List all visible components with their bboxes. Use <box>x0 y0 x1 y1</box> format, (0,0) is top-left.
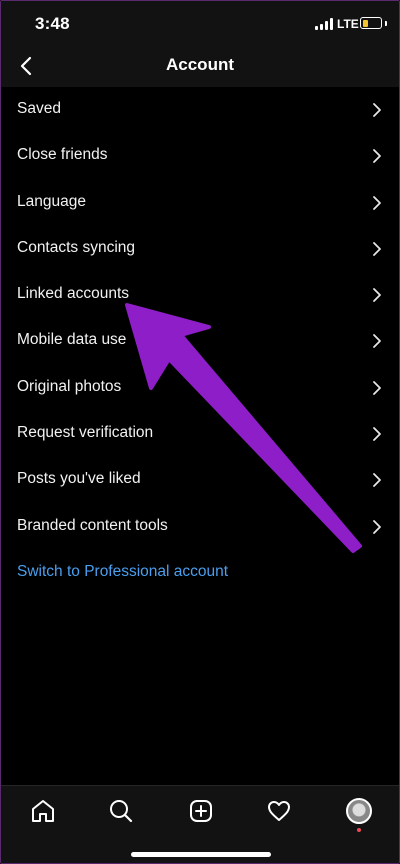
menu-item-label: Request verification <box>17 424 154 442</box>
menu-item-label: Linked accounts <box>17 285 130 303</box>
bottom-nav <box>1 785 399 863</box>
account-menu-list: Saved Close friends Language Contacts sy… <box>1 87 399 550</box>
nav-search[interactable] <box>106 796 136 826</box>
chevron-right-icon <box>373 195 381 210</box>
menu-item-linked-accounts[interactable]: Linked accounts <box>1 272 399 318</box>
chevron-right-icon <box>373 334 381 349</box>
menu-item-label: Posts you've liked <box>17 470 141 488</box>
app-frame: 3:48 LTE Account Saved Close friends Lan… <box>0 0 400 864</box>
home-icon <box>32 800 54 822</box>
home-indicator <box>131 852 271 857</box>
menu-item-label: Contacts syncing <box>17 238 136 256</box>
chevron-right-icon <box>373 380 381 395</box>
chevron-right-icon <box>373 473 381 488</box>
chevron-right-icon <box>373 103 381 117</box>
menu-item-label: Close friends <box>17 146 108 164</box>
add-post-icon <box>190 800 212 822</box>
battery-nub <box>385 21 387 26</box>
menu-item-label: Language <box>17 192 86 210</box>
switch-professional-link[interactable]: Switch to Professional account <box>17 563 228 581</box>
nav-new-post[interactable] <box>186 796 216 826</box>
chevron-right-icon <box>373 149 381 164</box>
nav-home[interactable] <box>28 796 58 826</box>
menu-item-language[interactable]: Language <box>1 180 399 226</box>
search-icon <box>110 800 133 823</box>
battery-icon <box>360 17 382 29</box>
activity-heart-icon <box>268 801 290 821</box>
chevron-right-icon <box>373 427 381 441</box>
menu-item-saved[interactable]: Saved <box>1 87 399 133</box>
menu-item-original-photos[interactable]: Original photos <box>1 365 399 411</box>
page-title: Account <box>166 55 234 74</box>
nav-activity[interactable] <box>264 796 294 826</box>
notification-dot <box>357 828 361 832</box>
menu-item-label: Original photos <box>17 377 122 395</box>
menu-item-branded-content-tools[interactable]: Branded content tools <box>1 504 399 550</box>
nav-profile[interactable] <box>344 796 374 832</box>
menu-item-contacts-syncing[interactable]: Contacts syncing <box>1 226 399 272</box>
menu-item-mobile-data-use[interactable]: Mobile data use <box>1 318 399 364</box>
menu-item-request-verification[interactable]: Request verification <box>1 411 399 457</box>
chevron-right-icon <box>373 288 381 303</box>
chevron-right-icon <box>373 519 381 534</box>
menu-item-label: Mobile data use <box>17 331 127 349</box>
signal-icon <box>315 18 333 30</box>
menu-item-posts-liked[interactable]: Posts you've liked <box>1 457 399 503</box>
battery-level <box>362 19 368 27</box>
menu-item-label: Branded content tools <box>17 516 168 534</box>
menu-item-close-friends[interactable]: Close friends <box>1 133 399 179</box>
header: Account <box>1 47 399 87</box>
top-bar: 3:48 LTE Account <box>1 1 399 87</box>
profile-avatar <box>346 798 372 824</box>
menu-item-label: Saved <box>17 100 61 117</box>
chevron-right-icon <box>373 241 381 256</box>
status-bar: 3:48 LTE <box>1 1 399 47</box>
status-time: 3:48 <box>35 14 70 33</box>
network-label: LTE <box>337 17 359 31</box>
